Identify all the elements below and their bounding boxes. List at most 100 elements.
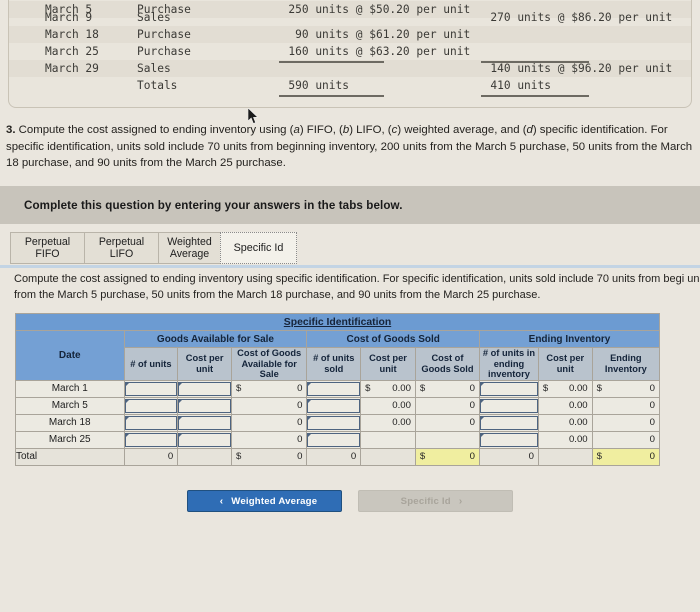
- input-cogs-units-box[interactable]: [307, 398, 361, 413]
- column-header-ei-units: # of units in ending inventory: [479, 347, 539, 381]
- next-tab-button[interactable]: Specific Id ›: [358, 490, 513, 512]
- tab-perpetual-fifo-label: Perpetual FIFO: [24, 236, 71, 260]
- table-row: March 18 0 0.00 0 0.00 0: [15, 413, 661, 432]
- tab-underline-divider: [0, 265, 700, 268]
- input-gas-cost-per-unit[interactable]: [177, 379, 232, 398]
- total-ei-units: 0: [479, 447, 539, 466]
- value-cogs-total: 0: [414, 379, 481, 398]
- column-header-gas-cost-per-unit: Cost per unit: [177, 347, 232, 381]
- tab-perpetual-lifo-label: Perpetual LIFO: [98, 236, 145, 260]
- input-gas-cost-per-unit[interactable]: [177, 413, 232, 432]
- worksheet-row: March 9 Sales 270 units @ $86.20 per uni…: [9, 9, 691, 26]
- value-cogs-cost-per-unit: 0.00: [360, 379, 416, 398]
- input-ei-units[interactable]: [479, 396, 539, 415]
- worksheet-purchase-rule: [279, 61, 384, 63]
- total-cogs-total: 0: [414, 447, 481, 466]
- worksheet-row-activity: Sales: [137, 11, 171, 24]
- value-cogs-total: 0: [414, 413, 481, 432]
- column-header-cogs-cost-per-unit: Cost per unit: [360, 347, 416, 381]
- input-gas-units-box[interactable]: [124, 381, 178, 396]
- value-gas-total: 0: [230, 413, 308, 432]
- input-ei-units-box[interactable]: [480, 381, 538, 396]
- input-cogs-units-sold[interactable]: [306, 430, 362, 449]
- total-gas-total: 0: [230, 447, 308, 466]
- tab-specific-id-label: Specific Id: [233, 242, 284, 254]
- input-cogs-units-sold[interactable]: [306, 379, 362, 398]
- column-header-date: Date: [15, 330, 125, 381]
- value-gas-total: 0: [230, 396, 308, 415]
- input-cogs-units-box[interactable]: [307, 415, 361, 430]
- input-gas-units[interactable]: [123, 430, 179, 449]
- input-gas-cpu-box[interactable]: [178, 415, 231, 430]
- tab-weighted-average[interactable]: Weighted Average: [158, 232, 221, 264]
- value-ei-cost-per-unit: 0.00: [537, 379, 593, 398]
- input-gas-cost-per-unit[interactable]: [177, 430, 232, 449]
- worksheet-purchase-total-rule: [279, 95, 384, 97]
- worksheet-row-activity: Purchase: [137, 45, 191, 58]
- complete-question-banner: Complete this question by entering your …: [0, 186, 700, 224]
- column-header-ei-cost-per-unit: Cost per unit: [537, 347, 593, 381]
- input-ei-units-box[interactable]: [480, 398, 538, 413]
- column-header-cogs-total: Cost of Goods Sold: [414, 347, 481, 381]
- row-date: March 1: [15, 379, 125, 398]
- total-ei-cost-per-unit: [537, 447, 593, 466]
- input-gas-units-box[interactable]: [124, 415, 178, 430]
- input-ei-units[interactable]: [479, 379, 539, 398]
- total-gas-cost-per-unit: [177, 447, 232, 466]
- total-ei-total: 0: [591, 447, 661, 466]
- value-ei-cost-per-unit: 0.00: [537, 413, 593, 432]
- value-gas-total: 0: [230, 430, 308, 449]
- worksheet-row: March 18 Purchase 90 units @ $61.20 per …: [9, 26, 691, 43]
- input-gas-units-box[interactable]: [124, 398, 178, 413]
- worksheet-row-activity: Sales: [137, 62, 171, 75]
- value-ei-total: 0: [591, 430, 661, 449]
- input-cogs-units-sold[interactable]: [306, 413, 362, 432]
- value-cogs-cost-per-unit: [360, 430, 416, 449]
- tab-perpetual-lifo[interactable]: Perpetual LIFO: [84, 232, 159, 264]
- column-header-gas-units: # of units: [123, 347, 179, 381]
- input-cogs-units-sold[interactable]: [306, 396, 362, 415]
- inventory-worksheet-panel: March 5 Purchase 250 units @ $50.20 per …: [8, 0, 692, 108]
- prev-tab-label: Weighted Average: [231, 495, 318, 507]
- input-gas-cpu-box[interactable]: [178, 398, 231, 413]
- input-gas-units[interactable]: [123, 396, 179, 415]
- input-gas-cpu-box[interactable]: [178, 432, 231, 447]
- value-ei-total: 0: [591, 396, 661, 415]
- worksheet-row-sales: 270 units @ $86.20 per unit: [490, 11, 673, 24]
- input-ei-units[interactable]: [479, 413, 539, 432]
- group-header-goods-available-for-sale: Goods Available for Sale: [123, 330, 308, 348]
- question-part-4: ) weighted average, and (: [397, 124, 527, 136]
- answer-tabs[interactable]: Perpetual FIFO Perpetual LIFO Weighted A…: [10, 232, 297, 264]
- total-cogs-cost-per-unit: [360, 447, 416, 466]
- worksheet-totals-row: Totals 590 units 410 units: [9, 77, 691, 94]
- table-title: Specific Identification: [15, 313, 660, 331]
- input-cogs-units-box[interactable]: [307, 381, 361, 396]
- next-tab-label: Specific Id: [400, 495, 451, 507]
- table-group-header-row: Date Goods Available for Sale Cost of Go…: [15, 330, 660, 381]
- input-gas-units[interactable]: [123, 379, 179, 398]
- question-part-2: ) FIFO, (: [299, 124, 343, 136]
- worksheet-row-date: March 9: [45, 11, 93, 24]
- tab-perpetual-fifo[interactable]: Perpetual FIFO: [10, 232, 85, 264]
- column-header-gas-total: Cost of Goods Available for Sale: [230, 347, 308, 381]
- input-gas-cost-per-unit[interactable]: [177, 396, 232, 415]
- input-ei-units-box[interactable]: [480, 432, 538, 447]
- prev-tab-button[interactable]: ‹ Weighted Average: [187, 490, 342, 512]
- chevron-left-icon: ‹: [219, 495, 224, 507]
- tab-weighted-average-label: Weighted Average: [167, 236, 212, 260]
- table-total-row: Total 0 0 0 0 0 0: [15, 447, 661, 466]
- input-gas-units-box[interactable]: [124, 432, 178, 447]
- input-gas-cpu-box[interactable]: [178, 381, 231, 396]
- worksheet-row-date: March 18: [45, 28, 99, 41]
- total-cogs-units: 0: [306, 447, 362, 466]
- worksheet-sales-total-rule: [481, 95, 589, 97]
- question-text: 3. Compute the cost assigned to ending i…: [0, 122, 700, 172]
- tab-specific-id[interactable]: Specific Id: [220, 232, 297, 264]
- chevron-right-icon: ›: [458, 495, 463, 507]
- input-cogs-units-box[interactable]: [307, 432, 361, 447]
- input-gas-units[interactable]: [123, 413, 179, 432]
- worksheet-row-activity: Purchase: [137, 28, 191, 41]
- input-ei-units[interactable]: [479, 430, 539, 449]
- value-ei-total: 0: [591, 413, 661, 432]
- input-ei-units-box[interactable]: [480, 415, 538, 430]
